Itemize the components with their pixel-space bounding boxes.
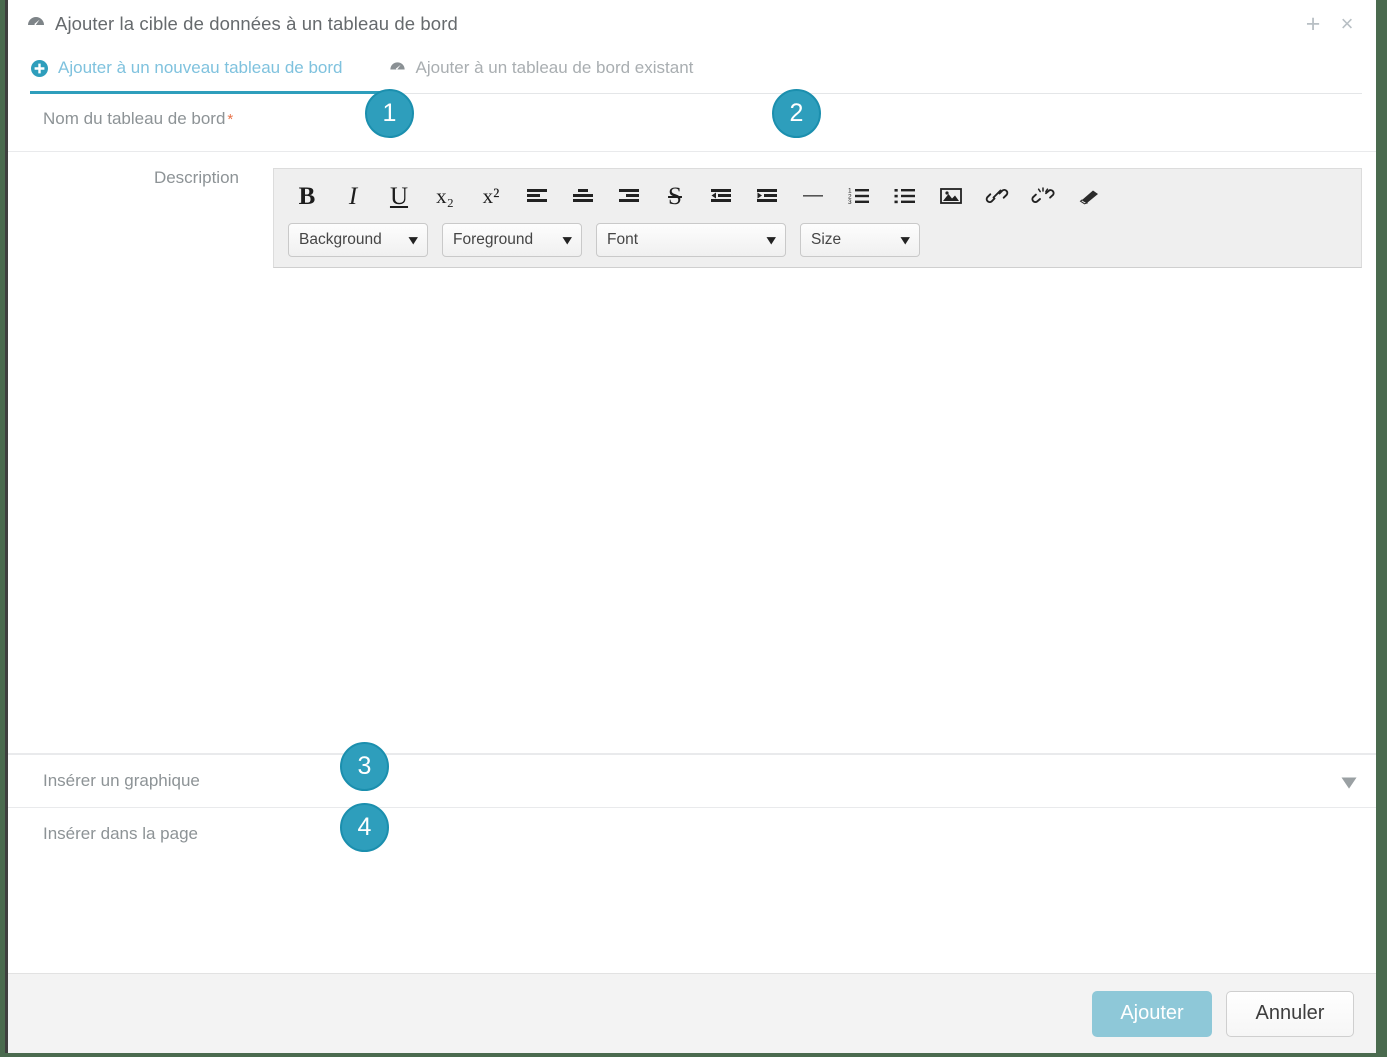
italic-icon[interactable]: I bbox=[330, 177, 376, 215]
dashboard-gauge-icon bbox=[388, 59, 407, 78]
strikethrough-icon[interactable]: S bbox=[652, 177, 698, 215]
rich-text-editor: B I U x₂ x² S 1 2 3 Background ▾ Foregro… bbox=[273, 168, 1362, 268]
dialog-titlebar: Ajouter la cible de données à un tableau… bbox=[8, 0, 1376, 48]
foreground-select-label: Foreground bbox=[453, 231, 534, 248]
align-center-icon[interactable] bbox=[560, 177, 606, 215]
description-label: Description bbox=[153, 168, 239, 187]
chevron-down-icon[interactable]: ▾ bbox=[1342, 769, 1356, 794]
superscript-icon[interactable]: x² bbox=[468, 177, 514, 215]
tab-label-new: Ajouter à un nouveau tableau de bord bbox=[58, 58, 343, 77]
tab-label-existing: Ajouter à un tableau de bord existant bbox=[415, 58, 694, 77]
font-family-select[interactable]: Font ▾ bbox=[596, 223, 786, 257]
dialog-form: Nom du tableau de bord * Description B I … bbox=[8, 95, 1376, 973]
cancel-button[interactable]: Annuler bbox=[1226, 990, 1354, 1037]
callout-badge-3: 3 bbox=[340, 742, 389, 791]
background-color-select[interactable]: Background ▾ bbox=[288, 223, 428, 257]
dashboard-name-label: Nom du tableau de bord * bbox=[8, 109, 273, 129]
chevron-down-icon: ▾ bbox=[767, 232, 776, 247]
bold-icon[interactable]: B bbox=[284, 177, 330, 215]
chevron-down-icon: ▾ bbox=[901, 232, 910, 247]
tab-add-to-new-dashboard[interactable]: Ajouter à un nouveau tableau de bord bbox=[30, 48, 343, 88]
font-select-label: Font bbox=[607, 231, 639, 248]
dashboard-name-label-text: Nom du tableau de bord bbox=[43, 109, 226, 128]
svg-text:3: 3 bbox=[848, 199, 852, 206]
maximize-button[interactable]: + bbox=[1298, 9, 1328, 39]
tab-add-to-existing-dashboard[interactable]: Ajouter à un tableau de bord existant bbox=[388, 48, 694, 88]
insert-link-icon[interactable] bbox=[974, 177, 1020, 215]
dashboard-gauge-icon bbox=[26, 14, 46, 34]
size-select-label: Size bbox=[811, 231, 842, 248]
row-description: Description B I U x₂ x² S 1 2 3 Backgrou… bbox=[8, 152, 1376, 754]
align-right-icon[interactable] bbox=[606, 177, 652, 215]
underline-icon[interactable]: U bbox=[376, 177, 422, 215]
ordered-list-icon[interactable]: 1 2 3 bbox=[836, 177, 882, 215]
row-insert-chart[interactable]: Insérer un graphique ▾ bbox=[8, 754, 1376, 808]
chevron-down-icon: ▾ bbox=[409, 232, 418, 247]
dialog-title: Ajouter la cible de données à un tableau… bbox=[55, 13, 458, 34]
dialog-footer: Ajouter Annuler bbox=[8, 973, 1376, 1053]
required-asterisk: * bbox=[227, 111, 234, 128]
row-insert-in-page: Insérer dans la page bbox=[8, 808, 1376, 973]
foreground-color-select[interactable]: Foreground ▾ bbox=[442, 223, 582, 257]
subscript-icon[interactable]: x₂ bbox=[422, 177, 468, 215]
remove-link-icon[interactable] bbox=[1020, 177, 1066, 215]
callout-badge-4: 4 bbox=[340, 803, 389, 852]
editor-toolbar-row-2: Background ▾ Foreground ▾ Font ▾ Size ▾ bbox=[284, 217, 1351, 257]
editor-toolbar-row-1: B I U x₂ x² S 1 2 3 bbox=[284, 175, 1351, 217]
clear-format-eraser-icon[interactable] bbox=[1066, 177, 1112, 215]
horizontal-rule-icon[interactable] bbox=[790, 177, 836, 215]
editor-toolbar: B I U x₂ x² S 1 2 3 Background ▾ Foregro… bbox=[273, 168, 1362, 268]
close-icon[interactable]: × bbox=[1332, 9, 1362, 39]
add-to-dashboard-dialog: Ajouter la cible de données à un tableau… bbox=[5, 0, 1376, 1053]
insert-in-page-label: Insérer dans la page bbox=[43, 824, 198, 843]
dashboard-name-input[interactable] bbox=[273, 109, 1376, 137]
add-button[interactable]: Ajouter bbox=[1092, 990, 1212, 1037]
row-dashboard-name: Nom du tableau de bord * bbox=[8, 95, 1376, 152]
callout-badge-1: 1 bbox=[365, 89, 414, 138]
background-select-label: Background bbox=[299, 231, 382, 248]
insert-image-icon[interactable] bbox=[928, 177, 974, 215]
dialog-tabs: Ajouter à un nouveau tableau de bord Ajo… bbox=[8, 48, 1376, 95]
indent-increase-icon[interactable] bbox=[744, 177, 790, 215]
tab-active-underline bbox=[30, 91, 398, 94]
font-size-select[interactable]: Size ▾ bbox=[800, 223, 920, 257]
chevron-down-icon: ▾ bbox=[563, 232, 572, 247]
indent-decrease-icon[interactable] bbox=[698, 177, 744, 215]
align-left-icon[interactable] bbox=[514, 177, 560, 215]
callout-badge-2: 2 bbox=[772, 89, 821, 138]
unordered-list-icon[interactable] bbox=[882, 177, 928, 215]
plus-circle-icon bbox=[30, 59, 49, 78]
insert-chart-label: Insérer un graphique bbox=[43, 771, 200, 790]
screen: Ajouter la cible de données à un tableau… bbox=[0, 0, 1387, 1057]
